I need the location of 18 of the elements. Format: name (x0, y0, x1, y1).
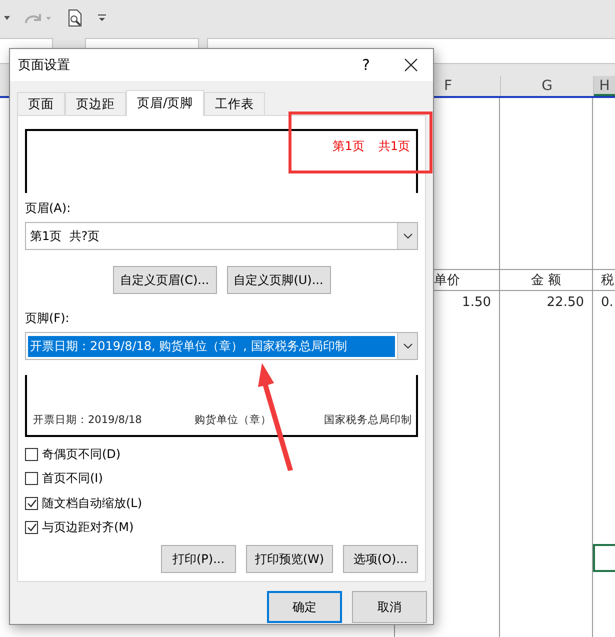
checkbox-label: 首页不同(I) (42, 470, 103, 488)
header-preview-text: 第1页 (332, 138, 364, 155)
checkbox-label: 随文档自动缩放(L) (42, 494, 142, 512)
select-value: 第1页 共?页 (29, 228, 101, 244)
footer-preview-text: 国家税务总局印制 (324, 413, 412, 427)
table-cell: 税 (593, 269, 615, 291)
dialog-title: 页面设置 (18, 57, 71, 74)
checkbox-label: 与页边距对齐(M) (42, 519, 134, 536)
select-value: 开票日期：2019/8/18, 购货单位（章）, 国家税务总局印制 (28, 336, 395, 356)
table-cell: 22.50 (500, 291, 593, 313)
table-cell: 金 额 (500, 269, 593, 291)
table-cell: 0. (593, 291, 615, 313)
footer-preview-text: 开票日期：2019/8/18 (33, 413, 142, 427)
footer-preview-text: 购货单位（章） (194, 413, 272, 427)
checkbox-label: 奇偶页不同(D) (42, 446, 121, 463)
field-label: 页眉(A): (25, 200, 72, 217)
field-label: 页脚(F): (25, 310, 70, 327)
header-preview-text: 共1页 (378, 138, 410, 155)
